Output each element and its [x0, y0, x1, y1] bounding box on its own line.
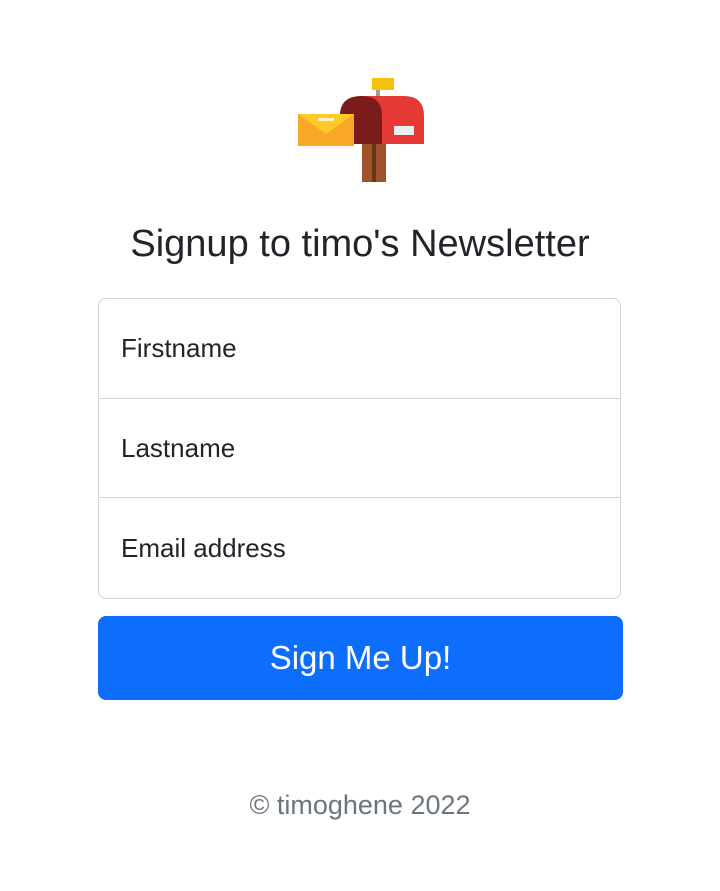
- email-field[interactable]: [98, 497, 621, 599]
- sign-me-up-button[interactable]: Sign Me Up!: [98, 616, 623, 700]
- page-title: Signup to timo's Newsletter: [130, 223, 590, 265]
- firstname-input[interactable]: [99, 299, 620, 398]
- email-input[interactable]: [99, 498, 620, 598]
- mailbox-icon: [298, 78, 424, 182]
- footer-copyright: © timoghene 2022: [249, 790, 471, 820]
- lastname-input[interactable]: [99, 399, 620, 497]
- firstname-field[interactable]: [98, 298, 621, 399]
- signup-page: Signup to timo's Newsletter Sign Me Up! …: [0, 0, 720, 891]
- lastname-field[interactable]: [98, 398, 621, 498]
